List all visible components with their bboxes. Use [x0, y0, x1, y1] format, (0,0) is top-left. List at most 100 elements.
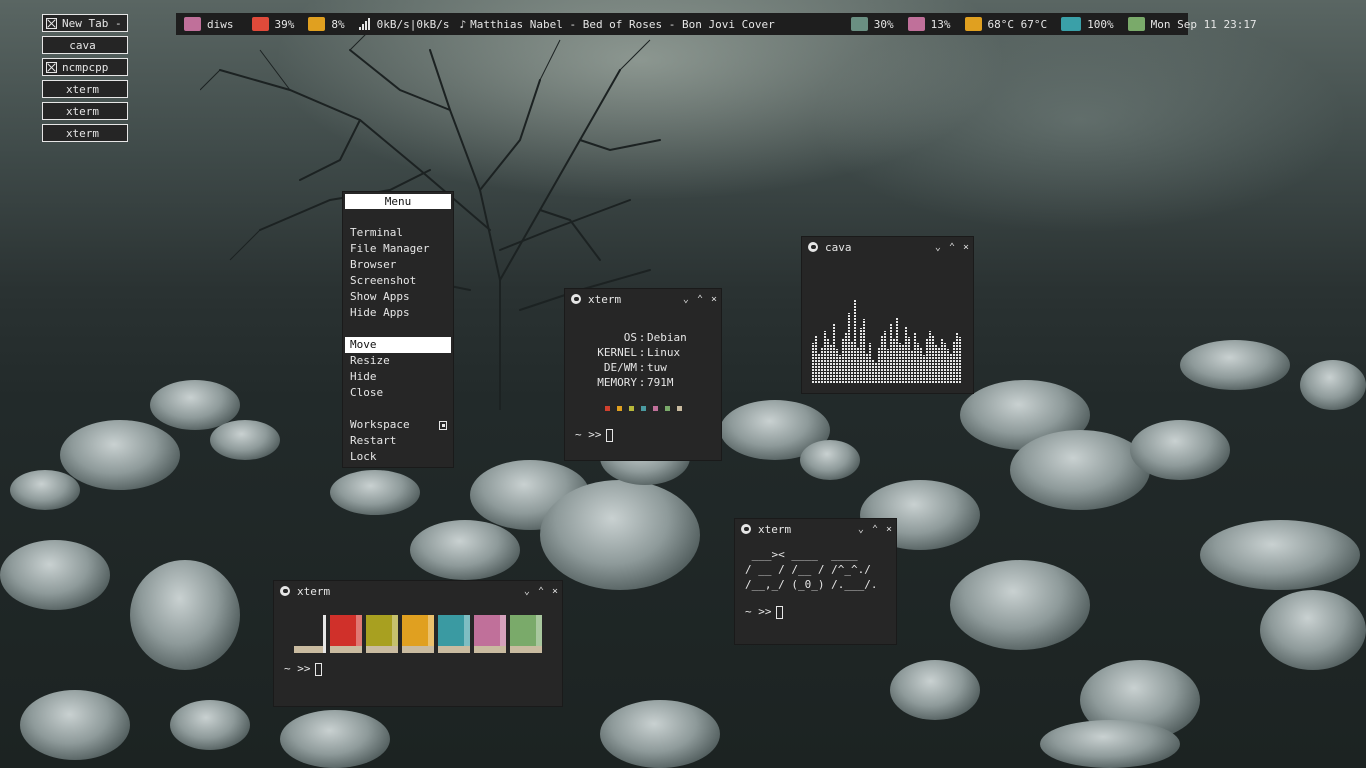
window-title: xterm	[297, 584, 331, 598]
window-taglist: New Tab - B cava ncmpcpp xterm xterm xte…	[42, 14, 128, 146]
terminal-content[interactable]: ___>< ____ ____ / __ / /__ / /^_^./ /__,…	[735, 539, 896, 625]
menu-item-screenshot[interactable]: Screenshot	[345, 273, 451, 289]
color-swatch	[402, 615, 434, 653]
tag-item[interactable]: xterm	[42, 80, 128, 98]
bar-user[interactable]: diws	[184, 17, 234, 31]
window-title: cava	[825, 240, 852, 254]
cava-window[interactable]: cava ⌄ ⌃ ×	[801, 236, 974, 394]
visualizer-bar	[902, 345, 904, 383]
tag-item[interactable]: cava	[42, 36, 128, 54]
window-titlebar[interactable]: xterm ⌄ ⌃ ×	[565, 289, 721, 309]
calendar-icon	[1127, 17, 1145, 31]
menu-item-hide[interactable]: Hide	[345, 369, 451, 385]
visualizer-bar	[812, 343, 814, 383]
visualizer-bar	[863, 319, 865, 383]
menu-item-file-manager[interactable]: File Manager	[345, 241, 451, 257]
visualizer-bar	[815, 335, 817, 383]
menu-item-workspace[interactable]: Workspace	[345, 417, 451, 433]
cursor	[314, 662, 322, 676]
maximize-icon[interactable]: ⌃	[538, 586, 544, 597]
menu-item-browser[interactable]: Browser	[345, 257, 451, 273]
window-title: xterm	[758, 522, 792, 536]
visualizer-bar	[941, 339, 943, 383]
bar-clock[interactable]: Mon Sep 11 23:17	[1127, 17, 1257, 31]
tag-item[interactable]: ncmpcpp	[42, 58, 128, 76]
visualizer-bar	[872, 359, 874, 383]
visualizer-bar	[845, 333, 847, 383]
minimize-icon[interactable]: ⌄	[683, 294, 689, 305]
bar-brightness[interactable]: 30%	[850, 17, 894, 31]
bar-temp[interactable]: 68°C 67°C	[964, 17, 1047, 31]
speaker-icon	[907, 17, 925, 31]
color-swatch	[294, 615, 326, 653]
visualizer-bar	[839, 355, 841, 383]
thermometer-icon	[964, 17, 982, 31]
user-icon	[184, 17, 201, 31]
visualizer-bar	[833, 323, 835, 383]
visualizer-bar	[878, 347, 880, 383]
menu-item-resize[interactable]: Resize	[345, 353, 451, 369]
app-logo-icon	[808, 242, 818, 252]
window-titlebar[interactable]: xterm ⌄ ⌃ ×	[274, 581, 562, 601]
menu-item-restart[interactable]: Restart	[345, 433, 451, 449]
x-box-icon	[46, 17, 57, 29]
visualizer-bar	[938, 347, 940, 383]
maximize-icon[interactable]: ⌃	[949, 242, 955, 253]
root-menu: Menu Terminal File Manager Browser Scree…	[342, 191, 454, 468]
visualizer-bar	[848, 313, 850, 383]
visualizer-bar	[830, 345, 832, 383]
prompt-line[interactable]: ~ >>	[274, 653, 562, 682]
visualizer-bar	[875, 363, 877, 383]
cursor	[775, 605, 783, 619]
audio-visualizer	[812, 293, 964, 383]
xterm-info-window[interactable]: xterm ⌄ ⌃ × OS: Debian KERNEL: Linux DE/WM: t…	[564, 288, 722, 461]
terminal-content[interactable]: OS: Debian KERNEL: Linux DE/WM: tuw MEMORY:…	[565, 309, 721, 448]
visualizer-bar	[890, 323, 892, 383]
visualizer-bar	[908, 337, 910, 383]
xterm-ascii-window[interactable]: xterm ⌄ ⌃ × ___>< ____ ____ / __ / /__ / /…	[734, 518, 897, 645]
menu-item-terminal[interactable]: Terminal	[345, 225, 451, 241]
bar-volume[interactable]: 13%	[907, 17, 951, 31]
color-dot	[616, 406, 622, 411]
visualizer-bar	[932, 335, 934, 383]
minimize-icon[interactable]: ⌄	[858, 524, 864, 535]
bar-disk[interactable]: 39%	[251, 17, 294, 31]
visualizer-bar	[929, 331, 931, 383]
color-dot	[676, 406, 682, 411]
color-dots	[575, 406, 711, 411]
window-titlebar[interactable]: xterm ⌄ ⌃ ×	[735, 519, 896, 539]
x-box-icon	[46, 61, 57, 73]
close-icon[interactable]: ×	[963, 242, 969, 253]
color-dot	[628, 406, 634, 411]
bar-cpu[interactable]: 8%	[308, 17, 345, 31]
menu-item-close[interactable]: Close	[345, 385, 451, 401]
minimize-icon[interactable]: ⌄	[524, 586, 530, 597]
bar-net[interactable]: 0kB/s|0kB/s	[358, 18, 449, 31]
tag-item[interactable]: xterm	[42, 102, 128, 120]
visualizer-bar	[935, 345, 937, 383]
bar-battery[interactable]: 100%	[1061, 17, 1114, 31]
color-dot	[664, 406, 670, 411]
menu-item-lock[interactable]: Lock	[345, 449, 451, 465]
menu-item-hide-apps[interactable]: Hide Apps	[345, 305, 451, 321]
close-icon[interactable]: ×	[711, 294, 717, 305]
menu-item-show-apps[interactable]: Show Apps	[345, 289, 451, 305]
bar-music[interactable]: ♪ Matthias Nabel - Bed of Roses - Bon Jov…	[459, 18, 774, 31]
close-icon[interactable]: ×	[886, 524, 892, 535]
visualizer-bar	[824, 331, 826, 383]
close-icon[interactable]: ×	[552, 586, 558, 597]
tag-item[interactable]: New Tab - B	[42, 14, 128, 32]
visualizer-bar	[914, 333, 916, 383]
color-swatch	[510, 615, 542, 653]
visualizer-bar	[893, 339, 895, 383]
visualizer-bar	[923, 355, 925, 383]
maximize-icon[interactable]: ⌃	[697, 294, 703, 305]
xterm-colors-window[interactable]: xterm ⌄ ⌃ × ~ >>	[273, 580, 563, 707]
menu-item-move[interactable]: Move	[345, 337, 451, 353]
tag-item[interactable]: xterm	[42, 124, 128, 142]
maximize-icon[interactable]: ⌃	[872, 524, 878, 535]
window-titlebar[interactable]: cava ⌄ ⌃ ×	[802, 237, 973, 257]
visualizer-bar	[920, 347, 922, 383]
minimize-icon[interactable]: ⌄	[935, 242, 941, 253]
app-logo-icon	[741, 524, 751, 534]
